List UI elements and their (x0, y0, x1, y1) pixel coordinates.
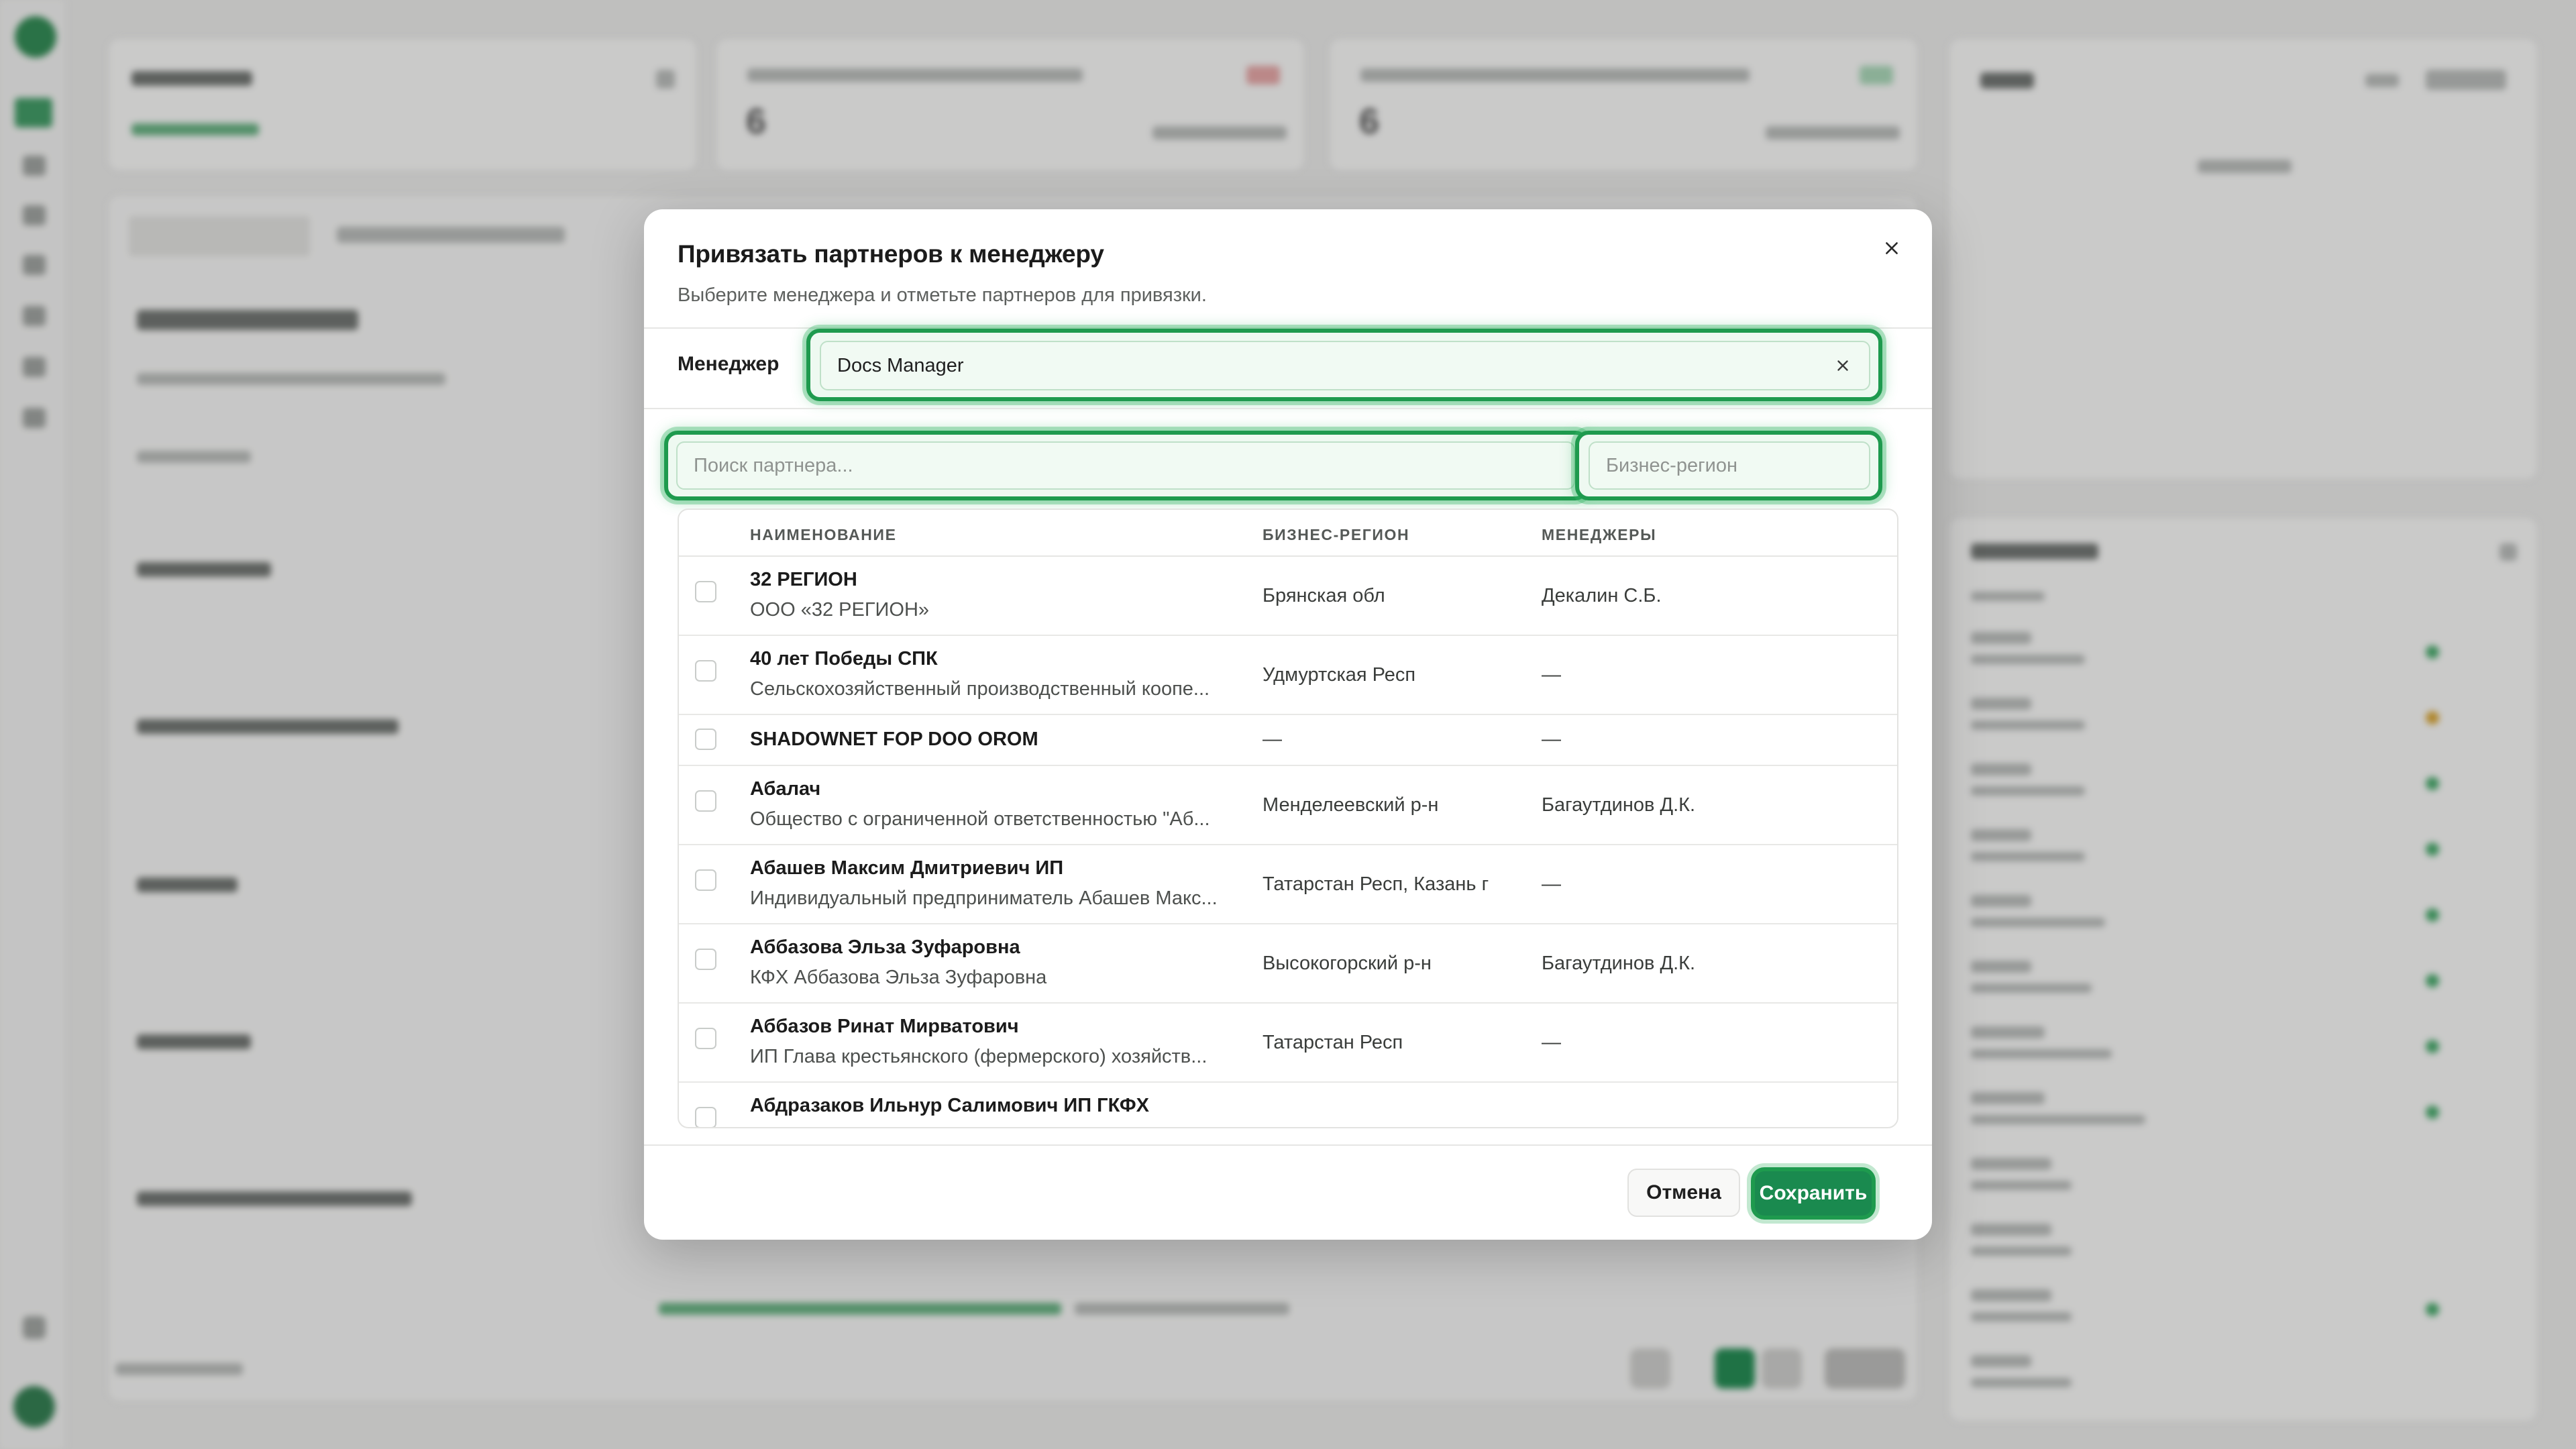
partner-manager: Багаутдинов Д.К. (1542, 794, 1696, 816)
table-row[interactable]: Абдразаков Ильнур Салимович ИП ГКФХ (679, 1083, 1897, 1127)
row-checkbox[interactable] (695, 729, 716, 750)
table-row[interactable]: Аббазова Эльза Зуфаровна КФХ Аббазова Эл… (679, 924, 1897, 1004)
partner-search-text[interactable] (694, 454, 1558, 477)
partner-legal-name: Сельскохозяйственный производственный ко… (750, 678, 1210, 700)
partner-legal-name: ООО «32 РЕГИОН» (750, 599, 930, 621)
partner-name: Абашев Максим Дмитриевич ИП (750, 857, 1064, 879)
partner-name: Абалач (750, 778, 821, 800)
cancel-button[interactable]: Отмена (1627, 1169, 1740, 1217)
clear-icon[interactable] (1834, 357, 1851, 374)
partners-table: НАИМЕНОВАНИЕ БИЗНЕС-РЕГИОН МЕНЕДЖЕРЫ 32 … (678, 508, 1898, 1128)
partner-region: Брянская обл (1263, 585, 1385, 606)
column-header-name: НАИМЕНОВАНИЕ (750, 526, 897, 543)
column-header-region: БИЗНЕС-РЕГИОН (1263, 526, 1410, 543)
close-icon (1886, 242, 1898, 254)
partner-name-cell: Абалач Общество с ограниченной ответстве… (750, 778, 1233, 830)
row-checkbox[interactable] (695, 790, 716, 812)
table-row[interactable]: Абашев Максим Дмитриевич ИП Индивидуальн… (679, 845, 1897, 924)
partner-region: — (1263, 729, 1282, 750)
row-checkbox[interactable] (695, 660, 716, 682)
partner-manager: — (1542, 873, 1561, 895)
partner-name-cell: Аббазов Ринат Мирватович ИП Глава кресть… (750, 1016, 1233, 1068)
partner-manager: Багаутдинов Д.К. (1542, 953, 1696, 974)
partner-manager: — (1542, 664, 1561, 686)
row-checkbox[interactable] (695, 949, 716, 970)
manager-select[interactable]: Docs Manager (820, 341, 1870, 390)
partner-manager: Декалин С.Б. (1542, 585, 1662, 606)
table-row[interactable]: SHADOWNET FOP DOO OROM — — (679, 715, 1897, 766)
partner-name-cell: Аббазова Эльза Зуфаровна КФХ Аббазова Эл… (750, 936, 1233, 989)
modal-subtitle: Выберите менеджера и отметьте партнеров … (678, 284, 1207, 306)
partner-name-cell: 40 лет Победы СПК Сельскохозяйственный п… (750, 648, 1233, 700)
save-button[interactable]: Сохранить (1755, 1171, 1872, 1216)
partner-region: Удмуртская Респ (1263, 664, 1416, 686)
manager-select-value: Docs Manager (837, 354, 964, 376)
row-checkbox[interactable] (695, 581, 716, 602)
partner-name-cell: Абдразаков Ильнур Салимович ИП ГКФХ (750, 1095, 1233, 1117)
partner-manager: — (1542, 729, 1561, 750)
footer-divider (644, 1144, 1932, 1146)
partner-legal-name: КФХ Аббазова Эльза Зуфаровна (750, 967, 1047, 988)
business-region-text[interactable] (1606, 454, 1853, 477)
partner-legal-name: Индивидуальный предприниматель Абашев Ма… (750, 888, 1218, 909)
partner-manager: — (1542, 1032, 1561, 1053)
business-region-input[interactable] (1589, 441, 1870, 490)
partner-legal-name: Общество с ограниченной ответственностью… (750, 808, 1210, 830)
table-row[interactable]: 32 РЕГИОН ООО «32 РЕГИОН» Брянская обл Д… (679, 557, 1897, 636)
partner-name-cell: 32 РЕГИОН ООО «32 РЕГИОН» (750, 569, 1233, 621)
assign-partners-modal: Привязать партнеров к менеджеру Выберите… (644, 209, 1932, 1240)
partner-name: Аббазов Ринат Мирватович (750, 1016, 1019, 1037)
partner-search-input[interactable] (676, 441, 1575, 490)
close-button[interactable] (1873, 229, 1911, 267)
table-row[interactable]: Аббазов Ринат Мирватович ИП Глава кресть… (679, 1004, 1897, 1083)
table-row[interactable]: 40 лет Победы СПК Сельскохозяйственный п… (679, 636, 1897, 715)
manager-divider (644, 408, 1932, 409)
modal-title: Привязать партнеров к менеджеру (678, 240, 1104, 268)
table-header: НАИМЕНОВАНИЕ БИЗНЕС-РЕГИОН МЕНЕДЖЕРЫ (679, 510, 1897, 557)
table-row[interactable]: Абалач Общество с ограниченной ответстве… (679, 766, 1897, 845)
modal-header: Привязать партнеров к менеджеру Выберите… (678, 240, 1207, 307)
partner-name: 40 лет Победы СПК (750, 648, 938, 669)
row-checkbox[interactable] (695, 1107, 716, 1127)
partner-region: Татарстан Респ (1263, 1032, 1403, 1053)
column-header-managers: МЕНЕДЖЕРЫ (1542, 526, 1657, 543)
partner-name: Аббазова Эльза Зуфаровна (750, 936, 1020, 958)
partner-region: Татарстан Респ, Казань г (1263, 873, 1489, 895)
partner-name-cell: Абашев Максим Дмитриевич ИП Индивидуальн… (750, 857, 1233, 910)
partner-name-cell: SHADOWNET FOP DOO OROM (750, 729, 1233, 751)
partner-name: 32 РЕГИОН (750, 569, 857, 590)
row-checkbox[interactable] (695, 869, 716, 891)
row-checkbox[interactable] (695, 1028, 716, 1049)
partner-name: Абдразаков Ильнур Салимович ИП ГКФХ (750, 1095, 1149, 1116)
partner-region: Высокогорский р-н (1263, 953, 1432, 974)
partner-name: SHADOWNET FOP DOO OROM (750, 729, 1038, 750)
partner-region: Менделеевский р-н (1263, 794, 1439, 816)
manager-label: Менеджер (678, 353, 780, 375)
partner-legal-name: ИП Глава крестьянского (фермерского) хоз… (750, 1046, 1208, 1067)
